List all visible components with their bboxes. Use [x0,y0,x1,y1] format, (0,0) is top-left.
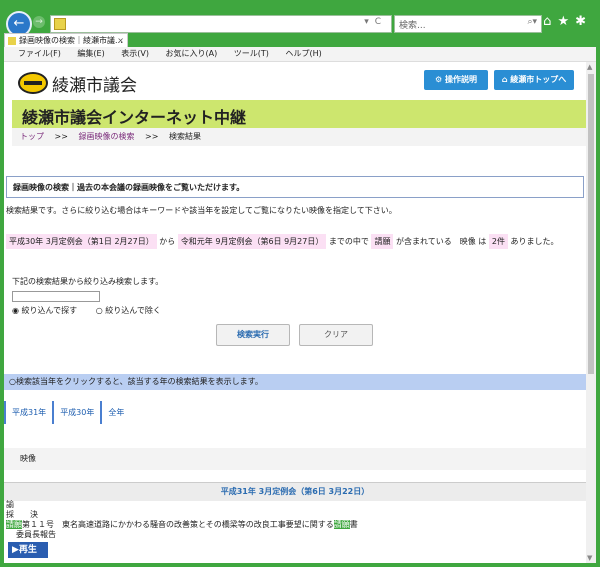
breadcrumb: トップ >> 録画映像の検索 >> 検索結果 [12,128,586,146]
narrow-options: ◉ 絞り込んで探す ○ 絞り込んで除く [12,305,177,316]
menu-tools[interactable]: ツール(T) [234,49,269,58]
tab-title: 録画映像の検索｜綾瀬市議... [19,36,123,45]
search-conditions: 平成30年 3月定例会（第1日 2月27日） から 令和元年 9月定例会（第6日… [6,232,586,252]
scrollbar[interactable]: ▲ ▼ [586,62,596,563]
breadcrumb-current: 検索結果 [169,132,201,141]
page-content: 綾瀬市議会 ⚙ 操作説明 ⌂ 綾瀬市トップへ 綾瀬市議会インターネット中継 トッ… [4,62,586,563]
detail-line: 諭 [6,500,14,509]
breadcrumb-sep: >> [145,132,159,141]
menu-file[interactable]: ファイル(F) [18,49,61,58]
menu-favorites[interactable]: お気に入り(A) [166,49,218,58]
result-description: 検索結果です。さらに絞り込む場合はキーワードや該当年を設定してご覧になりたい映像… [6,206,397,215]
page-icon [54,18,66,30]
detail-line: 採 決 [6,510,38,519]
breadcrumb-sep: >> [54,132,68,141]
play-button[interactable]: ▶再生 [8,542,48,558]
radio-exclude[interactable]: ○ 絞り込んで除く [96,306,169,315]
cond-keyword: 請願 [371,234,394,249]
year-link[interactable]: 全年 [100,401,130,424]
banner: 綾瀬市議会インターネット中継 [12,100,586,128]
narrow-input[interactable] [12,291,100,302]
browser-window: ← → ▾C 検索... ⌕▾ ⌂★✱ 録画映像の検索｜綾瀬市議... × ファ… [0,0,600,567]
session-title[interactable]: 平成31年 3月定例会（第6日 3月22日） [4,482,586,501]
year-filter: 平成31年 平成30年 全年 [4,401,130,424]
cond-to-suffix: までの中で [328,237,369,246]
year-link[interactable]: 平成31年 [4,401,52,424]
home-icon[interactable]: ⌂ [543,14,557,29]
video-header: 映像 [4,448,586,470]
search-icon[interactable]: ⌕▾ [527,17,537,27]
detail-text: 第１１号 東名高速道路にかかわる騒音の改善策とその橋梁等の改良工事要望に関する [22,520,334,529]
cond-from-suffix: から [159,237,176,246]
year-note: ○検索該当年をクリックすると、該当する年の検索結果を表示します。 [4,374,586,390]
breadcrumb-search[interactable]: 録画映像の検索 [79,132,135,141]
menu-edit[interactable]: 編集(E) [77,49,104,58]
close-icon[interactable]: × [117,34,124,48]
menu-bar: ファイル(F) 編集(E) 表示(V) お気に入り(A) ツール(T) ヘルプ(… [4,47,596,62]
session-detail: 諭 採 決 請願第１１号 東名高速道路にかかわる騒音の改善策とその橋梁等の改良工… [6,500,358,540]
site-name: 綾瀬市議会 [52,76,137,96]
city-logo [18,72,48,94]
help-label: 操作説明 [444,75,477,84]
search-placeholder: 検索... [399,21,426,31]
menu-help[interactable]: ヘルプ(H) [285,49,321,58]
scroll-thumb[interactable] [588,74,594,374]
radio-include-label: 絞り込んで探す [21,306,78,315]
cond-to: 令和元年 9月定例会（第6日 9月27日） [177,234,327,249]
info-box: 録画映像の検索｜過去の本会議の録画映像をご覧いただけます。 [6,176,584,198]
cond-count-suffix: ありました。 [510,237,559,246]
menu-view[interactable]: 表示(V) [121,49,149,58]
year-link[interactable]: 平成30年 [52,401,100,424]
banner-title: 綾瀬市議会インターネット中継 [22,108,247,127]
cond-from: 平成30年 3月定例会（第1日 2月27日） [6,234,157,249]
browser-tab[interactable]: 録画映像の検索｜綾瀬市議... × [4,33,128,47]
scroll-up-icon[interactable]: ▲ [587,63,592,71]
detail-line: 請願第１１号 東名高速道路にかかわる騒音の改善策とその橋梁等の改良工事要望に関す… [6,520,358,530]
narrow-label: 下記の検索結果から絞り込み検索します。 [12,277,164,286]
clear-button[interactable]: クリア [299,324,373,346]
breadcrumb-top[interactable]: トップ [20,132,44,141]
city-top-button[interactable]: ⌂ 綾瀬市トップへ [494,70,574,90]
radio-exclude-label: 絞り込んで除く [105,306,161,315]
keyword-highlight: 請願 [6,520,22,529]
gear-icon[interactable]: ✱ [575,14,592,29]
cond-keyword-suffix: が含まれている 映像 は [396,237,487,246]
tab-favicon [8,37,16,45]
browser-search-box[interactable]: 検索... ⌕▾ [394,15,542,33]
city-top-label: 綾瀬市トップへ [510,75,567,84]
detail-line: 委員長報告 [16,530,56,539]
search-exec-button[interactable]: 検索実行 [216,324,290,346]
help-button[interactable]: ⚙ 操作説明 [424,70,488,90]
radio-include[interactable]: ◉ 絞り込んで探す [12,306,85,315]
star-icon[interactable]: ★ [557,14,575,29]
forward-button[interactable]: → [33,16,45,28]
address-bar[interactable]: ▾C [50,15,392,33]
toolbar-icons: ⌂★✱ [543,14,592,29]
keyword-highlight: 請願 [333,520,350,529]
refresh-icon[interactable]: ▾C [364,17,387,27]
narrow-search: 下記の検索結果から絞り込み検索します。 ◉ 絞り込んで探す ○ 絞り込んで除く [12,276,177,316]
scroll-down-icon[interactable]: ▼ [587,554,592,562]
cond-count: 2件 [488,234,508,249]
detail-text: 書 [349,520,358,529]
